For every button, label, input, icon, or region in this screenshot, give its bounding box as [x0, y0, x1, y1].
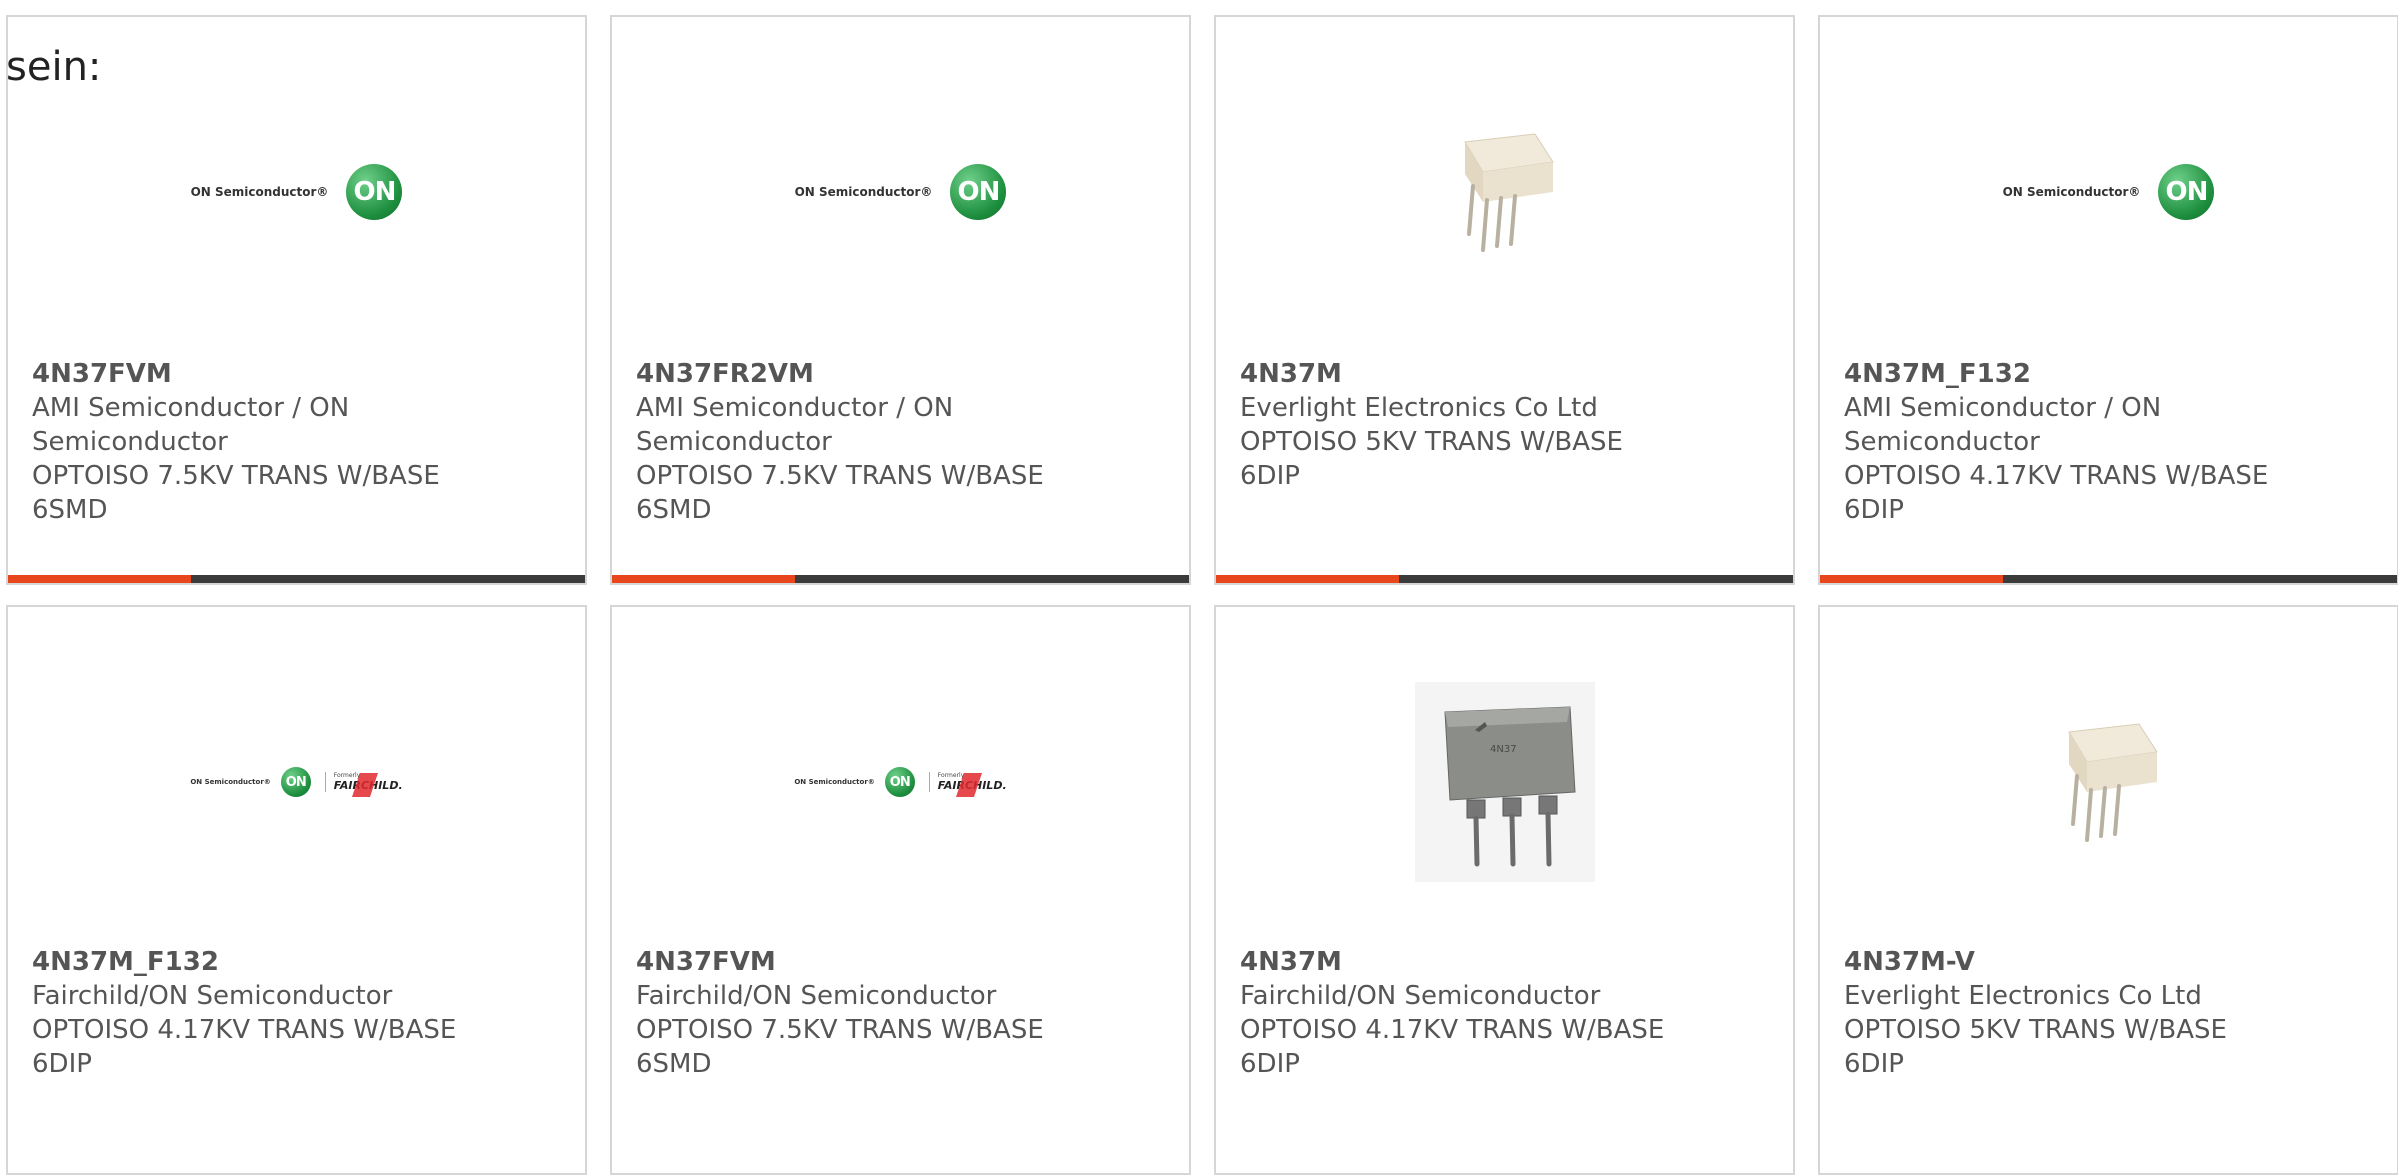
description-line: OPTOISO 5KV TRANS W/BASE: [1240, 427, 1623, 457]
product-image[interactable]: ON Semiconductor® ON Formerly FAIRCHILD.: [8, 607, 585, 957]
manufacturer-line: Semiconductor: [1844, 427, 2040, 457]
product-image[interactable]: [1216, 17, 1793, 367]
description-line: OPTOISO 5KV TRANS W/BASE: [1844, 1015, 2227, 1045]
card-bottom-bar: [1216, 575, 1793, 583]
product-image[interactable]: ON Semiconductor® ON: [612, 17, 1189, 367]
product-image[interactable]: [1820, 607, 2397, 957]
package-line: 6SMD: [32, 495, 108, 525]
product-info: 4N37M Everlight Electronics Co Ltd OPTOI…: [1240, 357, 1773, 493]
fairchild-logo: Formerly FAIRCHILD.: [324, 772, 403, 797]
product-info: 4N37M Fairchild/ON Semiconductor OPTOISO…: [1240, 945, 1773, 1081]
product-card[interactable]: ON Semiconductor® ON 4N37M_F132 AMI Semi…: [1818, 15, 2398, 585]
optocoupler-chip-image: 4N37: [1414, 682, 1595, 882]
part-number[interactable]: 4N37FVM: [636, 945, 1169, 979]
part-number[interactable]: 4N37M_F132: [32, 945, 565, 979]
part-number[interactable]: 4N37M: [1240, 945, 1773, 979]
description-line: OPTOISO 7.5KV TRANS W/BASE: [636, 1015, 1044, 1045]
product-card[interactable]: 4N37M Everlight Electronics Co Ltd OPTOI…: [1214, 15, 1795, 585]
package-line: 6DIP: [1844, 495, 1904, 525]
card-accent: [1820, 575, 2003, 583]
optocoupler-chip-image: [2067, 723, 2158, 842]
product-image[interactable]: ON Semiconductor® ON: [1820, 17, 2397, 367]
optocoupler-chip-image: [1463, 133, 1554, 252]
part-number[interactable]: 4N37M: [1240, 357, 1773, 391]
on-semiconductor-logo: ON Semiconductor® ON: [191, 164, 403, 220]
lead-text: sein:: [6, 44, 102, 90]
product-card[interactable]: 4N37M-V Everlight Electronics Co Ltd OPT…: [1818, 605, 2398, 1175]
part-number[interactable]: 4N37FR2VM: [636, 357, 1169, 391]
package-line: 6SMD: [636, 1049, 712, 1079]
package-line: 6DIP: [1240, 1049, 1300, 1079]
description-line: OPTOISO 4.17KV TRANS W/BASE: [1240, 1015, 1665, 1045]
manufacturer-line: Semiconductor: [32, 427, 228, 457]
part-number[interactable]: 4N37M-V: [1844, 945, 2377, 979]
product-card[interactable]: ON Semiconductor® ON 4N37FVM AMI Semicon…: [6, 15, 587, 585]
product-info: 4N37FVM AMI Semiconductor / ON Semicondu…: [32, 357, 565, 527]
description-line: OPTOISO 7.5KV TRANS W/BASE: [636, 461, 1044, 491]
on-fairchild-logo: ON Semiconductor® ON Formerly FAIRCHILD.: [794, 767, 1007, 797]
package-line: 6DIP: [1240, 461, 1300, 491]
fairchild-logo: Formerly FAIRCHILD.: [928, 772, 1007, 797]
manufacturer-line: Fairchild/ON Semiconductor: [1240, 981, 1601, 1011]
chip-marking: 4N37: [1490, 744, 1517, 755]
manufacturer-line: AMI Semiconductor / ON: [636, 393, 954, 423]
product-info: 4N37M_F132 Fairchild/ON Semiconductor OP…: [32, 945, 565, 1081]
manufacturer-line: Semiconductor: [636, 427, 832, 457]
product-info: 4N37FVM Fairchild/ON Semiconductor OPTOI…: [636, 945, 1169, 1081]
description-line: OPTOISO 4.17KV TRANS W/BASE: [1844, 461, 2269, 491]
product-info: 4N37M_F132 AMI Semiconductor / ON Semico…: [1844, 357, 2377, 527]
manufacturer-line: Fairchild/ON Semiconductor: [636, 981, 997, 1011]
card-bottom-bar: [8, 575, 585, 583]
part-number[interactable]: 4N37M_F132: [1844, 357, 2377, 391]
on-semiconductor-logo: ON Semiconductor® ON: [2003, 164, 2215, 220]
package-line: 6DIP: [32, 1049, 92, 1079]
on-semiconductor-logo: ON Semiconductor® ON: [795, 164, 1007, 220]
manufacturer-line: Everlight Electronics Co Ltd: [1844, 981, 2202, 1011]
product-image[interactable]: ON Semiconductor® ON Formerly FAIRCHILD.: [612, 607, 1189, 957]
fairchild-slash-icon: [351, 773, 378, 797]
card-accent: [8, 575, 191, 583]
product-card[interactable]: ON Semiconductor® ON 4N37FR2VM AMI Semic…: [610, 15, 1191, 585]
description-line: OPTOISO 7.5KV TRANS W/BASE: [32, 461, 440, 491]
manufacturer-line: Everlight Electronics Co Ltd: [1240, 393, 1598, 423]
part-number[interactable]: 4N37FVM: [32, 357, 565, 391]
card-accent: [612, 575, 795, 583]
on-fairchild-logo: ON Semiconductor® ON Formerly FAIRCHILD.: [190, 767, 403, 797]
manufacturer-line: AMI Semiconductor / ON: [1844, 393, 2162, 423]
package-line: 6DIP: [1844, 1049, 1904, 1079]
product-info: 4N37M-V Everlight Electronics Co Ltd OPT…: [1844, 945, 2377, 1081]
package-line: 6SMD: [636, 495, 712, 525]
fairchild-slash-icon: [955, 773, 982, 797]
product-info: 4N37FR2VM AMI Semiconductor / ON Semicon…: [636, 357, 1169, 527]
card-accent: [1216, 575, 1399, 583]
product-image[interactable]: 4N37: [1216, 607, 1793, 957]
description-line: OPTOISO 4.17KV TRANS W/BASE: [32, 1015, 457, 1045]
manufacturer-line: AMI Semiconductor / ON: [32, 393, 350, 423]
manufacturer-line: Fairchild/ON Semiconductor: [32, 981, 393, 1011]
card-bottom-bar: [1820, 575, 2397, 583]
product-card[interactable]: ON Semiconductor® ON Formerly FAIRCHILD.…: [610, 605, 1191, 1175]
card-bottom-bar: [612, 575, 1189, 583]
product-card[interactable]: ON Semiconductor® ON Formerly FAIRCHILD.…: [6, 605, 587, 1175]
product-card[interactable]: 4N37 4N37M Fairchild/ON Semiconductor OP…: [1214, 605, 1795, 1175]
